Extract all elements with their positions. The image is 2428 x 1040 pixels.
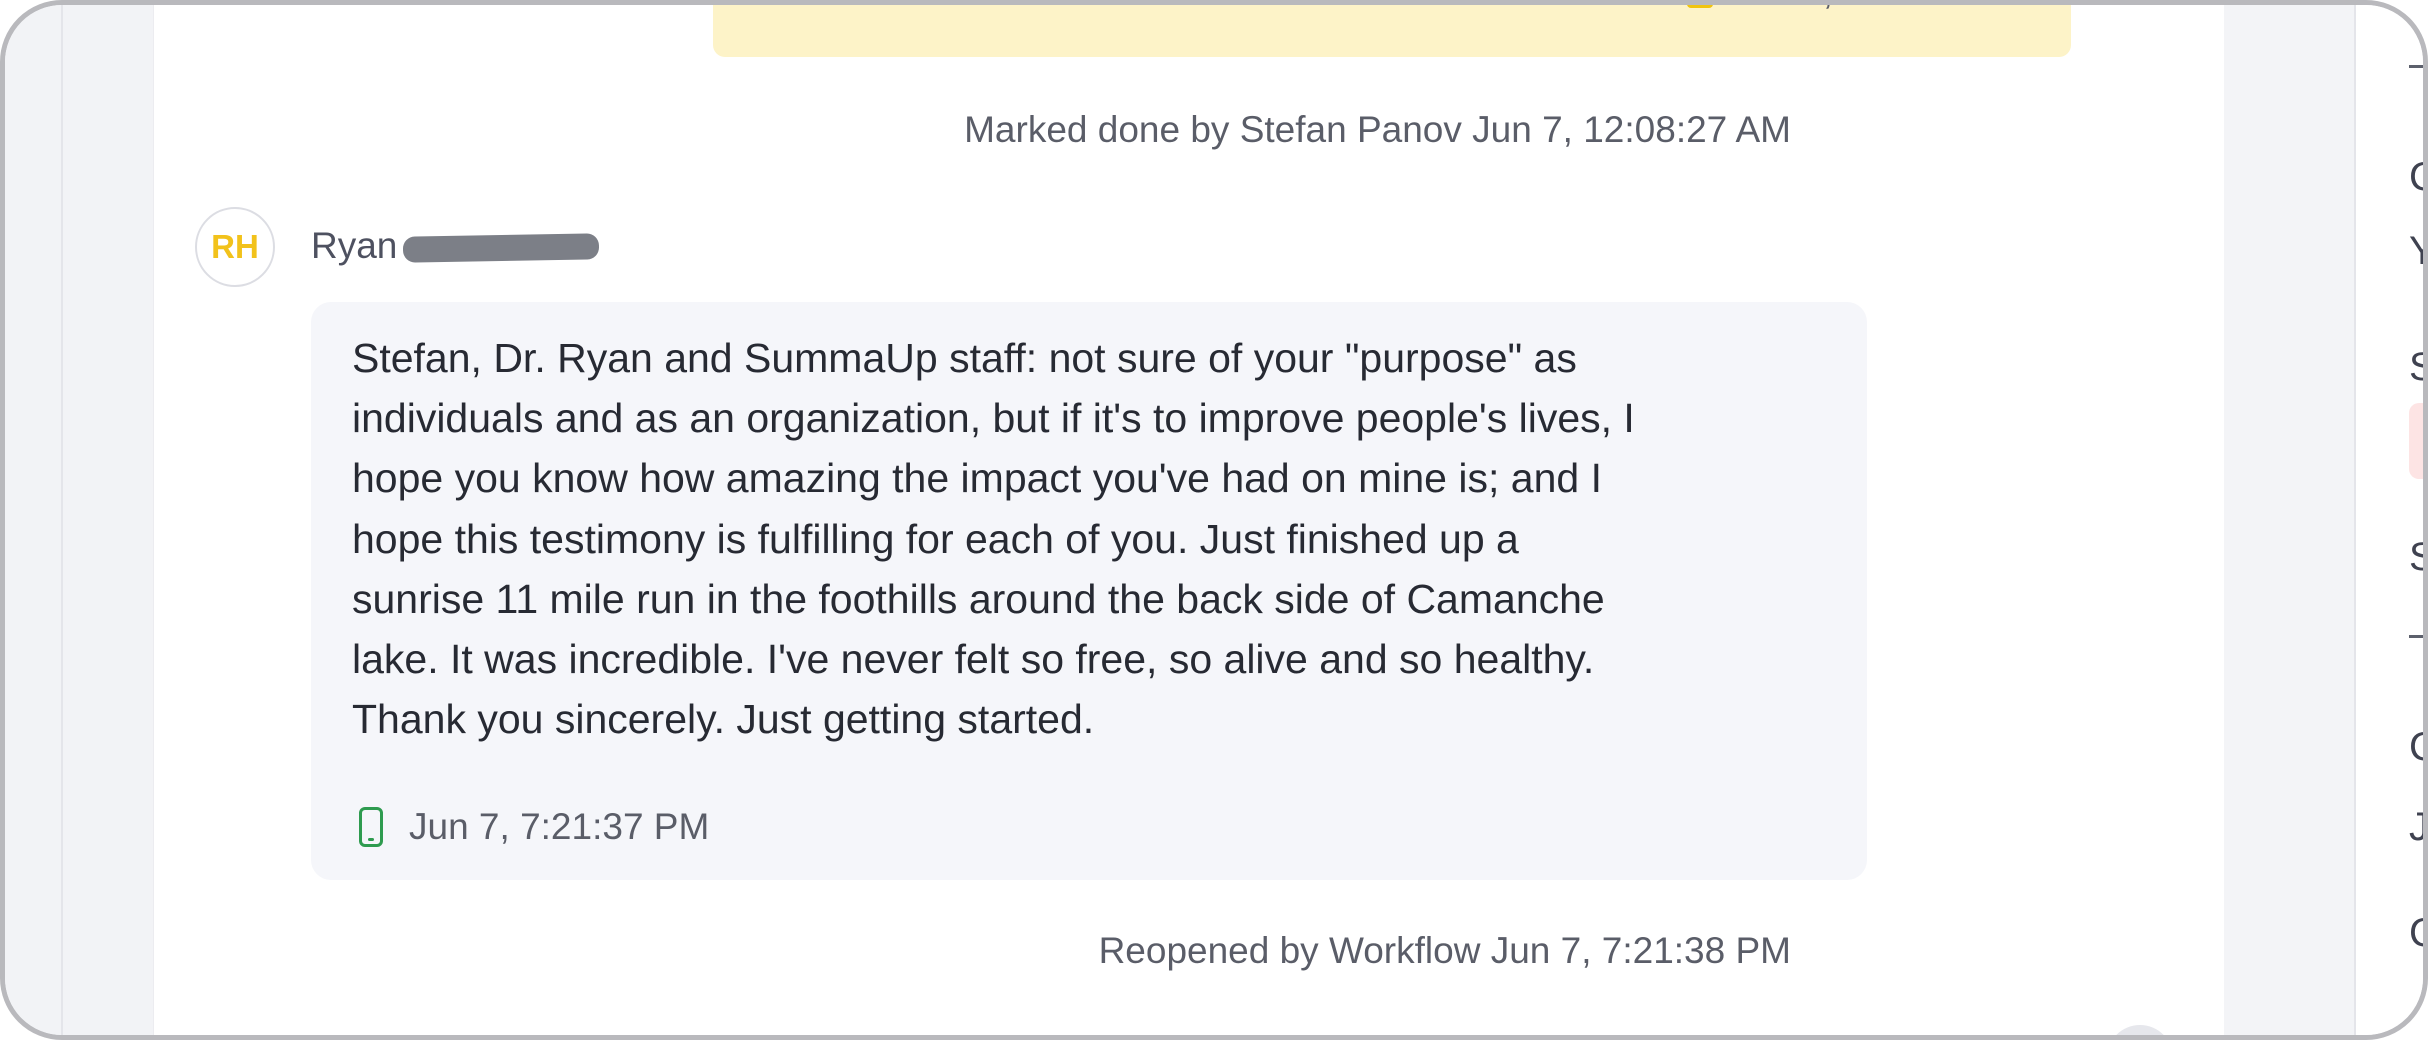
redacted-last-name bbox=[403, 233, 600, 263]
message-line: hope you know how amazing the impact you… bbox=[352, 455, 1602, 502]
internal-note-card: Jun 7, 12:08:07 AM bbox=[713, 5, 2071, 57]
details-label: S bbox=[2409, 535, 2423, 580]
message-line: Stefan, Dr. Ryan and SummaUp staff: not … bbox=[352, 335, 1577, 381]
note-timestamp: Jun 7, 12:08:07 AM bbox=[1735, 5, 2045, 13]
sidebar-divider bbox=[61, 5, 63, 1035]
right-gutter bbox=[2224, 5, 2354, 1035]
note-icon bbox=[1686, 5, 1713, 8]
message-author: Ryan bbox=[311, 225, 600, 267]
app-window: C Y S S C J C Jun 7, 12:08:07 AM Marked … bbox=[0, 0, 2428, 1040]
message-body: Stefan, Dr. Ryan and SummaUp staff: not … bbox=[352, 328, 1832, 749]
message-line: hope this testimony is fulfilling for ea… bbox=[352, 515, 1519, 562]
note-meta: Jun 7, 12:08:07 AM bbox=[1686, 5, 2045, 13]
details-label: C bbox=[2409, 725, 2423, 770]
details-label: C bbox=[2409, 911, 2423, 956]
message-bubble: Stefan, Dr. Ryan and SummaUp staff: not … bbox=[311, 302, 1867, 880]
details-divider bbox=[2409, 65, 2423, 68]
message-meta: Jun 7, 7:21:37 PM bbox=[359, 806, 709, 848]
message-line: sunrise 11 mile run in the foothills aro… bbox=[352, 575, 1605, 622]
details-label: C bbox=[2409, 155, 2423, 200]
message-timestamp: Jun 7, 7:21:37 PM bbox=[409, 806, 710, 847]
marked-done-event: Marked done by Stefan Panov Jun 7, 12:08… bbox=[964, 109, 1791, 150]
message-line: individuals and as an organization, but … bbox=[352, 395, 1635, 442]
left-sidebar-background bbox=[5, 5, 153, 1035]
details-label: S bbox=[2409, 345, 2423, 390]
author-name: Ryan bbox=[311, 225, 398, 266]
phone-icon bbox=[359, 807, 383, 847]
message-line: lake. It was incredible. I've never felt… bbox=[352, 636, 1595, 683]
details-divider bbox=[2409, 635, 2423, 638]
details-value: J bbox=[2409, 805, 2428, 849]
message-line: Thank you sincerely. Just getting starte… bbox=[352, 696, 1095, 743]
reopened-event: Reopened by Workflow Jun 7, 7:21:38 PM bbox=[1098, 930, 1791, 971]
status-badge[interactable] bbox=[2409, 403, 2423, 479]
avatar[interactable]: RH bbox=[195, 207, 275, 287]
details-value: Y bbox=[2409, 229, 2423, 274]
